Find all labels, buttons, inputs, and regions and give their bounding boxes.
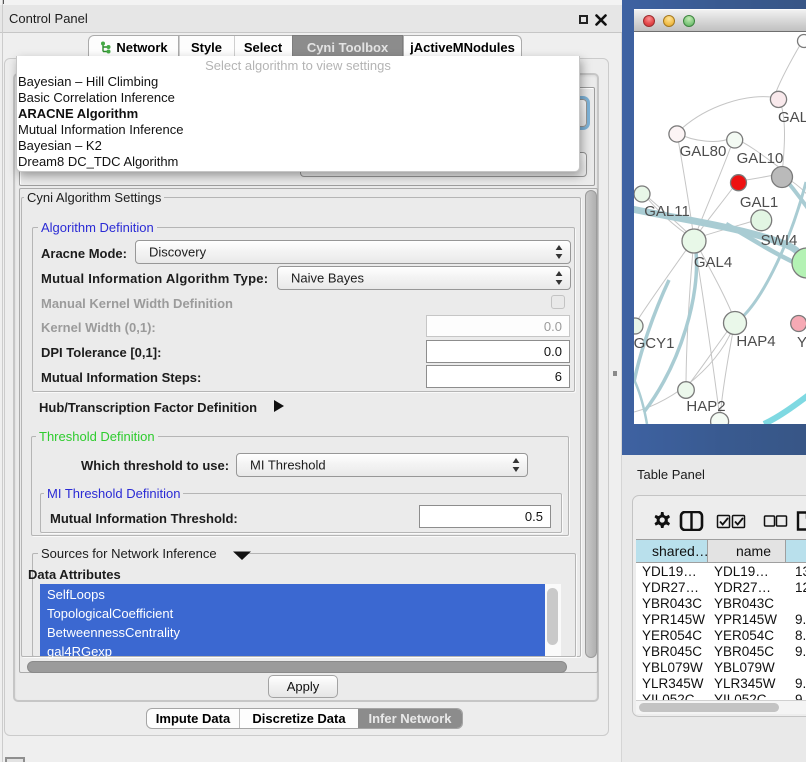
svg-text:GAL11: GAL11 — [644, 203, 690, 220]
svg-text:GAL80: GAL80 — [680, 143, 727, 160]
svg-text:YJ: YJ — [797, 334, 806, 351]
svg-text:HAP2: HAP2 — [686, 398, 725, 415]
svg-text:GAL7: GAL7 — [778, 109, 806, 126]
svg-text:SWI4: SWI4 — [761, 232, 798, 249]
svg-text:GAL10: GAL10 — [737, 150, 784, 167]
svg-text:GAL1: GAL1 — [740, 194, 778, 211]
svg-text:GCY1: GCY1 — [634, 335, 674, 352]
svg-text:HAP4: HAP4 — [736, 333, 775, 350]
svg-text:GAL4: GAL4 — [694, 254, 732, 271]
